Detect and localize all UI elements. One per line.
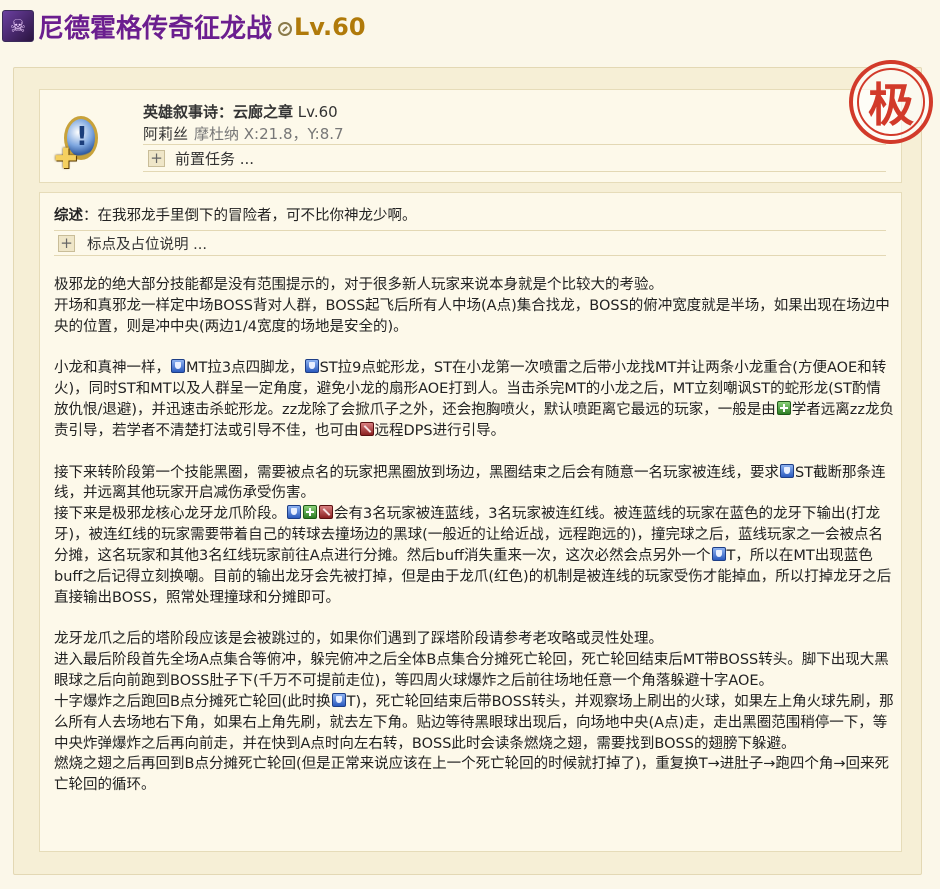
- guide-paragraph: 极邪龙的绝大部分技能都是没有范围提示的，对于很多新人玩家来说本身就是个比较大的考…: [54, 275, 894, 296]
- stamp-text: 极: [868, 78, 914, 132]
- guide-paragraph: 接下来转阶段第一个技能黑圈，需要被点名的玩家把黑圈放到场边，黑圈结束之后会有随意…: [54, 463, 894, 505]
- tank-role-icon: [331, 692, 346, 707]
- guide-text: 燃烧之翅之后再回到B点分摊死亡轮回(但是正常来说应该在上一个死亡轮回的时候就打掉…: [54, 756, 890, 794]
- quest-level: Lv.60: [297, 103, 338, 121]
- guide-text: 进入最后阶段首先全场A点集合等俯冲，躲完俯冲之后全体B点集合分摊死亡轮回，死亡轮…: [54, 652, 889, 690]
- quest-title[interactable]: 英雄叙事诗：云廊之章: [143, 103, 293, 121]
- tank-role-icon: [304, 359, 319, 374]
- guide-text: 接下来转阶段第一个技能黑圈，需要被点名的玩家把黑圈放到场边，黑圈结束之后会有随意…: [54, 464, 779, 481]
- sync-level-icon: [278, 22, 293, 36]
- tank-role-icon: [780, 463, 794, 478]
- guide-text: 龙牙龙爪之后的塔阶段应该是会被跳过的，如果你们遇到了踩塔阶段请参考老攻略或灵性处…: [54, 631, 663, 648]
- dps-role-icon: [359, 421, 374, 436]
- guide-paragraph: 燃烧之翅之后再回到B点分摊死亡轮回(但是正常来说应该在上一个死亡轮回的时候就打掉…: [54, 754, 894, 796]
- tank-role-icon: [711, 546, 726, 561]
- guide-text: 开场和真邪龙一样定中场BOSS背对人群，BOSS起飞后所有人中场(A点)集合找龙…: [54, 297, 890, 335]
- plus-badge-icon: ✚: [54, 142, 78, 175]
- expand-plus-icon[interactable]: +: [58, 234, 75, 252]
- guide-text: 极邪龙的绝大部分技能都是没有范围提示的，对于很多新人玩家来说本身就是个比较大的考…: [54, 277, 663, 293]
- guide-paragraph: 小龙和真神一样， MT拉3点四脚龙， ST拉9点蛇形龙，ST在小龙第一次喷雷之后带小…: [54, 358, 894, 441]
- guide-paragraph: 进入最后阶段首先全场A点集合等俯冲，躲完俯冲之后全体B点集合分摊死亡轮回，死亡轮…: [54, 650, 894, 692]
- summary-text: ：在我邪龙手里倒下的冒险者，可不比你神龙少啊。: [83, 208, 417, 224]
- guide-text: 接下来是极邪龙核心龙牙龙爪阶段。: [54, 506, 286, 523]
- guide-paragraph: 龙牙龙爪之后的塔阶段应该是会被跳过的，如果你们遇到了踩塔阶段请参考老攻略或灵性处…: [54, 629, 894, 650]
- expand-plus-icon[interactable]: +: [148, 149, 165, 167]
- summary-label: 综述: [54, 208, 83, 224]
- guide-text: MT拉3点四脚龙，: [186, 360, 304, 377]
- prereq-label[interactable]: 前置任务 ...: [175, 148, 254, 169]
- title-bar: ☠ 尼德霍格传奇征龙战 Lv.60: [0, 6, 940, 46]
- tank-role-icon: [287, 505, 301, 520]
- page-title: 尼德霍格传奇征龙战: [38, 13, 273, 44]
- dps-role-icon: [319, 505, 333, 520]
- guide-paragraph: 接下来是极邪龙核心龙牙龙爪阶段。 会有3名玩家被连蓝线，3名玩家被连红线。被连蓝线…: [54, 504, 894, 608]
- quest-name[interactable]: 英雄叙事诗：云廊之章 Lv.60: [143, 101, 338, 122]
- guide-paragraph: 十字爆炸之后跑回B点分摊死亡轮回(此时换 T)，死亡轮回结束后带BOSS转头，并观…: [54, 692, 894, 755]
- healer-role-icon: [776, 401, 791, 416]
- guide-text: 十字爆炸之后跑回B点分摊死亡轮回(此时换: [54, 693, 331, 710]
- summary-line: 综述：在我邪龙手里倒下的冒险者，可不比你神龙少啊。: [54, 204, 417, 225]
- dungeon-level: Lv.60: [294, 13, 366, 41]
- quest-marker-icon: ! ✚: [52, 112, 110, 174]
- prereq-quest-toggle[interactable]: + 前置任务 ...: [143, 144, 886, 172]
- healer-role-icon: [303, 505, 317, 520]
- guide-paragraph: 开场和真邪龙一样定中场BOSS背对人群，BOSS起飞后所有人中场(A点)集合找龙…: [54, 296, 894, 338]
- npc-name[interactable]: 阿莉丝: [143, 125, 188, 143]
- npc-location[interactable]: 摩杜纳 X:21.8，Y:8.7: [194, 125, 344, 143]
- markers-toggle[interactable]: + 标点及占位说明 ...: [54, 230, 886, 256]
- extreme-difficulty-stamp: 极: [849, 60, 933, 144]
- dragon-face-icon: ☠: [2, 10, 34, 42]
- tank-role-icon: [171, 359, 185, 374]
- quest-npc-line: 阿莉丝 摩杜纳 X:21.8，Y:8.7: [143, 123, 344, 144]
- guide-body: 极邪龙的绝大部分技能都是没有范围提示的，对于很多新人玩家来说本身就是个比较大的考…: [54, 275, 894, 796]
- guide-text: 小龙和真神一样，: [54, 360, 170, 377]
- markers-label[interactable]: 标点及占位说明 ...: [87, 233, 207, 254]
- guide-text: 远程DPS进行引导。: [374, 422, 506, 439]
- exclamation-icon: !: [76, 122, 88, 152]
